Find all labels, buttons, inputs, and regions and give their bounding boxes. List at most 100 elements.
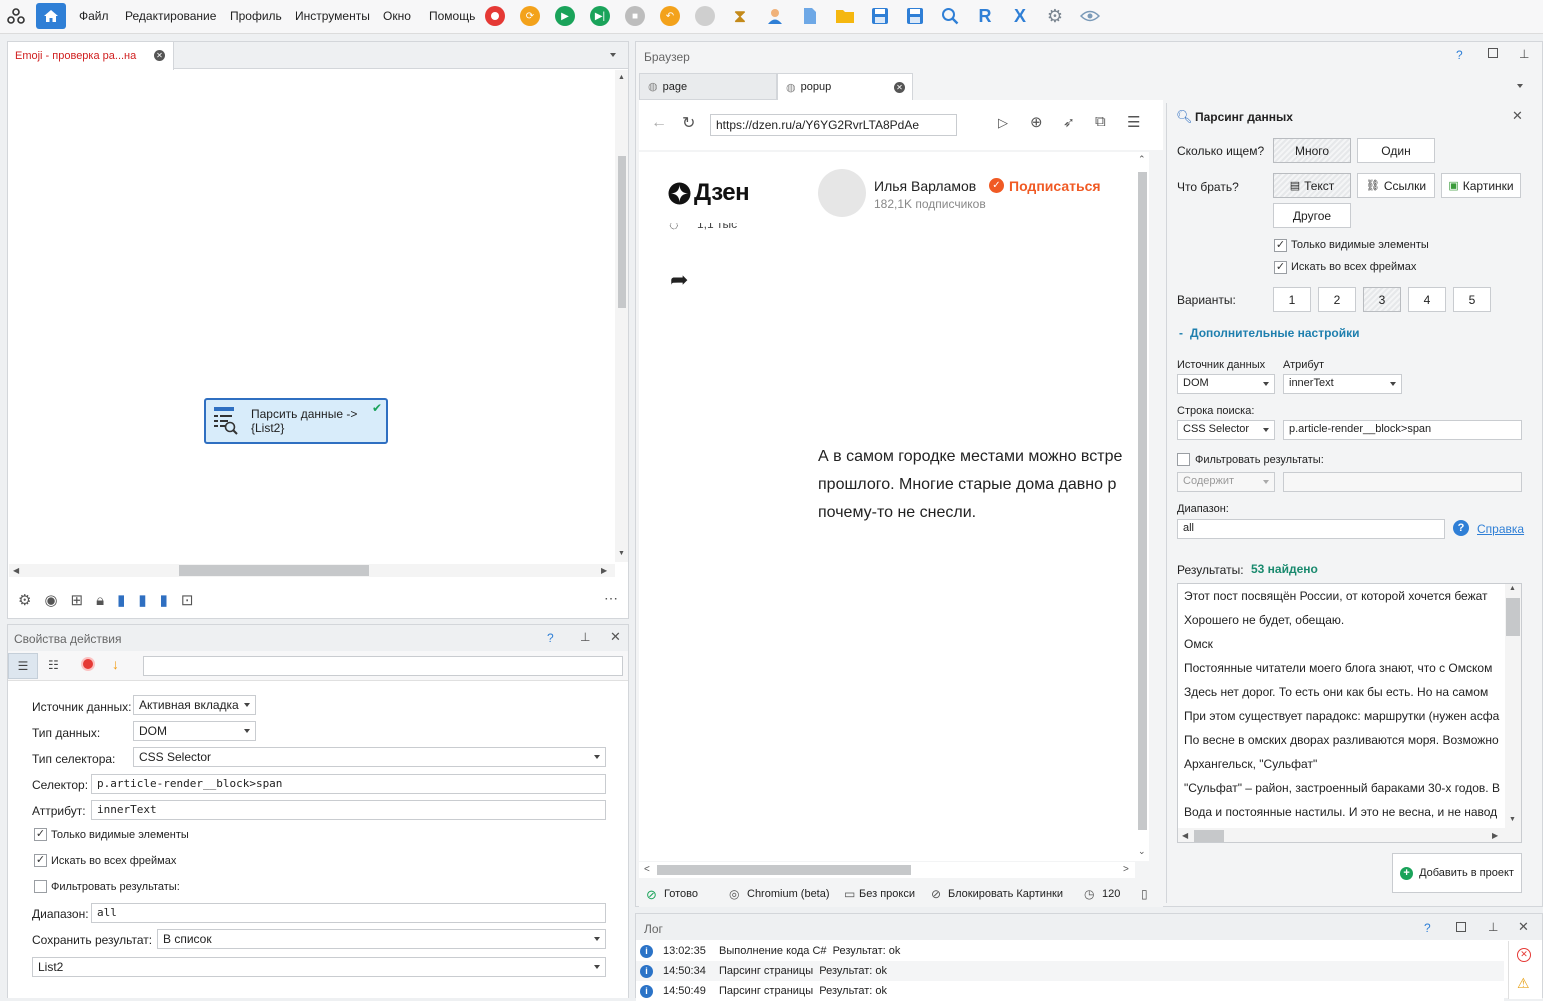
result-item[interactable]: "Сульфат" – район, застроенный бараками …: [1178, 776, 1503, 800]
images-toggle[interactable]: ▣ Картинки: [1441, 173, 1521, 198]
help-circle-icon[interactable]: ?: [1453, 520, 1469, 536]
selector-type-select[interactable]: CSS Selector: [133, 747, 606, 767]
scroll-thumb[interactable]: [657, 865, 911, 875]
filter-checkbox[interactable]: [1177, 453, 1190, 466]
maximize-icon[interactable]: [1488, 48, 1498, 58]
hourglass-icon[interactable]: ⧗: [729, 5, 751, 27]
vertical-scrollbar[interactable]: ▲ ▼: [1505, 584, 1521, 828]
all-frames-checkbox[interactable]: ✓: [34, 854, 47, 867]
horizontal-scrollbar[interactable]: < >: [639, 862, 1135, 878]
filter-checkbox[interactable]: [34, 880, 47, 893]
user-icon[interactable]: [764, 5, 786, 27]
filter-input[interactable]: [1283, 472, 1522, 492]
selector-input[interactable]: p.article-render__block>span: [91, 774, 606, 794]
reload-icon[interactable]: ↻: [682, 113, 695, 133]
source-select[interactable]: DOM: [1177, 374, 1275, 394]
variant-5[interactable]: 5: [1453, 287, 1491, 312]
book-icon[interactable]: ▮: [160, 591, 168, 609]
browser-tab-popup[interactable]: ◍ popup ✕: [777, 73, 913, 100]
horizontal-scrollbar[interactable]: ◀ ▶: [9, 564, 615, 577]
other-toggle[interactable]: Другое: [1273, 203, 1351, 228]
variant-2[interactable]: 2: [1318, 287, 1356, 312]
restart-icon[interactable]: ⟳: [519, 5, 541, 27]
scroll-thumb[interactable]: [1194, 830, 1224, 842]
log-row[interactable]: i 13:02:35 Выполнение кода C# Результат: o…: [636, 941, 1504, 961]
close-icon[interactable]: ✕: [154, 50, 165, 61]
tabs-dropdown-icon[interactable]: [610, 53, 616, 57]
author-name[interactable]: Илья Варламов: [874, 178, 976, 194]
horizontal-scrollbar[interactable]: ◀ ▶: [1178, 828, 1521, 842]
document-icon[interactable]: [799, 5, 821, 27]
many-toggle[interactable]: Много: [1273, 138, 1351, 163]
range-input[interactable]: all: [91, 903, 606, 923]
home-button[interactable]: [36, 3, 66, 29]
search-icon[interactable]: [939, 5, 961, 27]
close-icon[interactable]: ✕: [1512, 108, 1523, 124]
share-icon[interactable]: ➦: [670, 267, 688, 293]
play-icon[interactable]: ▶: [554, 5, 576, 27]
folder-icon[interactable]: [834, 5, 856, 27]
result-item[interactable]: Здесь нет дорог. То есть они как бы есть…: [1178, 680, 1503, 704]
close-icon[interactable]: ✕: [610, 629, 621, 645]
menu-tools[interactable]: Инструменты: [295, 9, 370, 23]
settings-icon[interactable]: ⚙: [1044, 5, 1066, 27]
gear-icon[interactable]: ⚙: [18, 591, 31, 609]
add-circle-icon[interactable]: ⊕: [1030, 113, 1043, 131]
variant-1[interactable]: 1: [1273, 287, 1311, 312]
cursor-icon[interactable]: ➶: [1063, 114, 1075, 131]
grid-icon[interactable]: ⊞: [71, 591, 84, 609]
log-row[interactable]: i 14:50:49 Парсинг страницы Результат: ok: [636, 981, 1504, 1001]
result-item[interactable]: Постоянные читатели моего блога знают, ч…: [1178, 656, 1503, 680]
result-item[interactable]: По весне в омских дворах разливаются мор…: [1178, 728, 1503, 752]
subscribe-button[interactable]: Подписаться: [1009, 178, 1101, 194]
menu-help[interactable]: Помощь: [429, 9, 475, 23]
filter-mode-select[interactable]: Содержит: [1177, 472, 1275, 492]
help-link[interactable]: Справка: [1477, 522, 1524, 536]
scroll-thumb[interactable]: [618, 156, 626, 308]
search-type-select[interactable]: CSS Selector: [1177, 420, 1275, 440]
project-tab[interactable]: Emoji - проверка ра...на ✕: [8, 42, 174, 70]
web-viewport[interactable]: Дзен Илья Варламов ✓ Подписаться 182,1K …: [639, 152, 1135, 861]
menu-file[interactable]: Файл: [79, 9, 109, 23]
type-select[interactable]: DOM: [133, 721, 256, 741]
step-icon[interactable]: ▶|: [589, 5, 611, 27]
help-icon[interactable]: ?: [1424, 921, 1431, 935]
list-select[interactable]: List2: [32, 957, 606, 977]
visible-only-checkbox[interactable]: ✓: [1274, 239, 1287, 252]
source-select[interactable]: Активная вкладка: [133, 695, 256, 715]
project-canvas[interactable]: Парсить данные -> {List2} ✔: [9, 70, 615, 562]
back-icon[interactable]: ←: [651, 114, 667, 132]
collapse-icon[interactable]: -: [1179, 326, 1183, 340]
action-comment-input[interactable]: [143, 656, 623, 676]
one-toggle[interactable]: Один: [1357, 138, 1435, 163]
variant-4[interactable]: 4: [1408, 287, 1446, 312]
book-icon[interactable]: ▮: [138, 591, 146, 609]
arrow-down-icon[interactable]: ↓: [112, 656, 119, 672]
links-toggle[interactable]: ⛓ Ссылки: [1357, 173, 1435, 198]
status-engine[interactable]: Chromium (beta): [747, 888, 830, 900]
variant-3[interactable]: 3: [1363, 287, 1401, 312]
regex-icon[interactable]: R: [974, 5, 996, 27]
record-icon[interactable]: [484, 5, 506, 27]
warning-icon[interactable]: ⚠: [1517, 975, 1530, 992]
menu-profile[interactable]: Профиль: [230, 9, 282, 23]
save-result-select[interactable]: В список: [157, 929, 606, 949]
disabled-icon[interactable]: [694, 5, 716, 27]
help-icon[interactable]: ?: [1456, 48, 1463, 62]
scroll-thumb[interactable]: [179, 565, 369, 576]
save-as-icon[interactable]: [904, 5, 926, 27]
text-toggle[interactable]: ▤ Текст: [1273, 173, 1351, 198]
all-frames-checkbox[interactable]: ✓: [1274, 261, 1287, 274]
dzen-logo[interactable]: Дзен: [668, 179, 750, 207]
go-icon[interactable]: ▷: [998, 115, 1008, 131]
result-item[interactable]: Омск: [1178, 632, 1503, 656]
pin-icon[interactable]: ⊥: [1488, 920, 1498, 934]
help-icon[interactable]: ?: [547, 631, 554, 645]
url-input[interactable]: https://dzen.ru/a/Y6YG2RvrLTA8PdAe: [710, 114, 957, 136]
browser-tab-page[interactable]: ◍ page: [639, 73, 777, 100]
attribute-select[interactable]: innerText: [1283, 374, 1402, 394]
breakpoint-icon[interactable]: [81, 657, 95, 671]
maximize-icon[interactable]: [1456, 922, 1466, 932]
comments-counter[interactable]: ◌ 1,1 тыс: [669, 223, 759, 235]
add-frame-icon[interactable]: ⊡: [181, 591, 194, 609]
